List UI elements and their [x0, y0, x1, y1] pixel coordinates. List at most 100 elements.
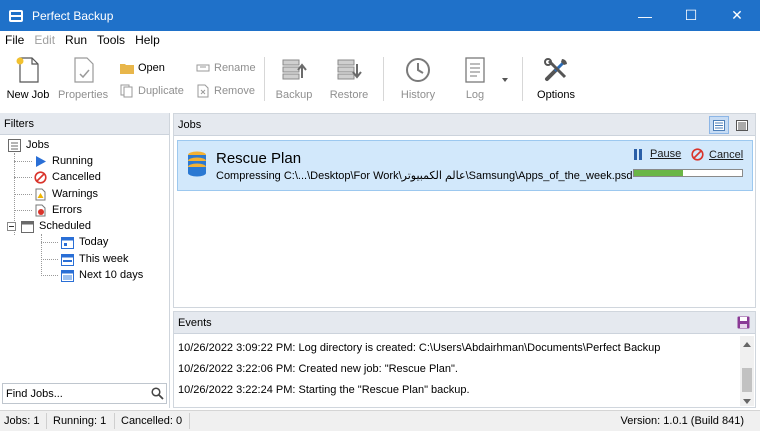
rename-button[interactable]: Rename: [196, 60, 256, 76]
pause-link: Pause: [650, 148, 682, 160]
properties-icon: [67, 55, 99, 85]
event-row: 10/26/2022 3:22:24 PM: Starting the "Res…: [178, 384, 470, 396]
tree-item-this-week[interactable]: This week: [60, 251, 129, 267]
log-button[interactable]: Log: [456, 55, 494, 105]
duplicate-label: Duplicate: [138, 85, 184, 97]
warning-icon: [33, 187, 47, 201]
remove-icon: [196, 84, 210, 98]
backup-button[interactable]: Backup: [272, 55, 316, 105]
events-header-label: Events: [178, 316, 212, 329]
remove-button[interactable]: Remove: [196, 83, 255, 99]
tree-label: Jobs: [26, 139, 50, 151]
close-button[interactable]: ✕: [714, 0, 760, 31]
job-status: Compressing C:\...\Desktop\For Work\عالم…: [216, 170, 633, 182]
new-job-label: New Job: [6, 89, 50, 101]
tree-item-jobs[interactable]: Jobs: [7, 137, 49, 153]
toolbar-separator: [522, 57, 523, 101]
tree-connector: [41, 234, 42, 276]
duplicate-button[interactable]: Duplicate: [120, 83, 184, 99]
tree-label: Warnings: [52, 188, 99, 200]
calendar-icon: [60, 235, 74, 249]
restore-button[interactable]: Restore: [326, 55, 372, 105]
tree-item-cancelled[interactable]: Cancelled: [33, 169, 101, 185]
toolbar: New Job Properties Open Duplicate Rename…: [0, 49, 760, 110]
menu-edit[interactable]: Edit: [29, 33, 60, 47]
tree-connector: [41, 242, 58, 243]
job-name: Rescue Plan: [216, 150, 302, 167]
search-icon[interactable]: [148, 385, 166, 403]
menu-help[interactable]: Help: [130, 33, 165, 47]
status-bar: Jobs: 1 Running: 1 Cancelled: 0 Version:…: [0, 410, 760, 431]
tree-connector: [14, 210, 32, 211]
pause-button[interactable]: Pause: [633, 148, 681, 160]
tree-item-running[interactable]: Running: [33, 153, 93, 169]
calendar-icon: [60, 252, 74, 266]
open-button[interactable]: Open: [120, 60, 165, 76]
status-separator: [114, 413, 115, 429]
open-label: Open: [138, 62, 165, 74]
new-document-icon: [12, 55, 44, 85]
tree-connector: [41, 259, 58, 260]
new-job-button[interactable]: New Job: [6, 55, 50, 105]
scroll-up-icon[interactable]: [743, 338, 751, 347]
tree-label: Running: [52, 155, 93, 167]
tree-label: Cancelled: [52, 171, 101, 183]
remove-label: Remove: [214, 85, 255, 97]
tree-label: Next 10 days: [79, 269, 144, 281]
toolbar-separator: [383, 57, 384, 101]
history-button[interactable]: History: [396, 55, 440, 105]
menu-file[interactable]: File: [0, 33, 29, 47]
menu-bar: File Edit Run Tools Help: [0, 31, 760, 49]
options-button[interactable]: Options: [534, 55, 578, 105]
restore-label: Restore: [329, 89, 369, 101]
scroll-down-icon[interactable]: [743, 396, 751, 404]
calendar-icon: [60, 268, 74, 282]
maximize-button[interactable]: ☐: [668, 0, 714, 31]
filters-header: Filters: [0, 113, 169, 135]
properties-button[interactable]: Properties: [58, 55, 108, 105]
minimize-button[interactable]: —: [622, 0, 668, 31]
job-progress-fill: [634, 170, 683, 176]
title-bar: Perfect Backup — ☐ ✕: [0, 0, 760, 31]
menu-tools[interactable]: Tools: [92, 33, 130, 47]
list-view-toggle-icon[interactable]: [732, 116, 752, 134]
cancel-circle-icon: [691, 148, 704, 161]
detail-view-toggle-icon[interactable]: [709, 116, 729, 134]
backup-icon: [278, 55, 310, 85]
save-icon[interactable]: [737, 316, 751, 330]
folder-icon: [120, 61, 134, 75]
backup-label: Backup: [275, 89, 313, 101]
tree-item-next-10-days[interactable]: Next 10 days: [60, 267, 143, 283]
app-icon: [8, 8, 24, 24]
cancel-link: Cancel: [709, 148, 744, 161]
tree-label: Today: [79, 236, 109, 248]
status-version: Version: 1.0.1 (Build 841): [620, 415, 744, 427]
restore-icon: [333, 55, 365, 85]
toolbar-separator: [264, 57, 265, 101]
status-jobs: Jobs: 1: [4, 415, 40, 427]
tree-item-errors[interactable]: Errors: [33, 202, 82, 218]
clock-icon: [402, 55, 434, 85]
events-scrollbar[interactable]: [740, 336, 754, 406]
log-dropdown-arrow-icon[interactable]: [500, 75, 510, 85]
tree-label: Errors: [52, 204, 82, 216]
event-row: 10/26/2022 3:22:06 PM: Created new job: …: [178, 363, 458, 375]
tree-item-scheduled[interactable]: Scheduled: [7, 218, 91, 234]
tree-connector: [14, 161, 32, 162]
status-cancelled: Cancelled: 0: [121, 415, 183, 427]
status-running: Running: 1: [53, 415, 107, 427]
cancel-button[interactable]: Cancel: [691, 148, 743, 161]
tree-connector: [14, 177, 32, 178]
tree-item-today[interactable]: Today: [60, 234, 108, 250]
tree-label: Scheduled: [39, 220, 91, 232]
cancel-circle-icon: [33, 170, 47, 184]
properties-label: Properties: [57, 89, 109, 101]
find-jobs-input[interactable]: Find Jobs...: [2, 383, 167, 404]
events-header: Events: [174, 312, 755, 334]
menu-run[interactable]: Run: [60, 33, 92, 47]
scroll-thumb[interactable]: [742, 368, 752, 392]
tree-item-warnings[interactable]: Warnings: [33, 186, 98, 202]
job-card[interactable]: Rescue Plan Compressing C:\...\Desktop\F…: [177, 140, 753, 191]
collapse-toggle-icon[interactable]: [7, 221, 16, 231]
tools-icon: [540, 55, 572, 85]
